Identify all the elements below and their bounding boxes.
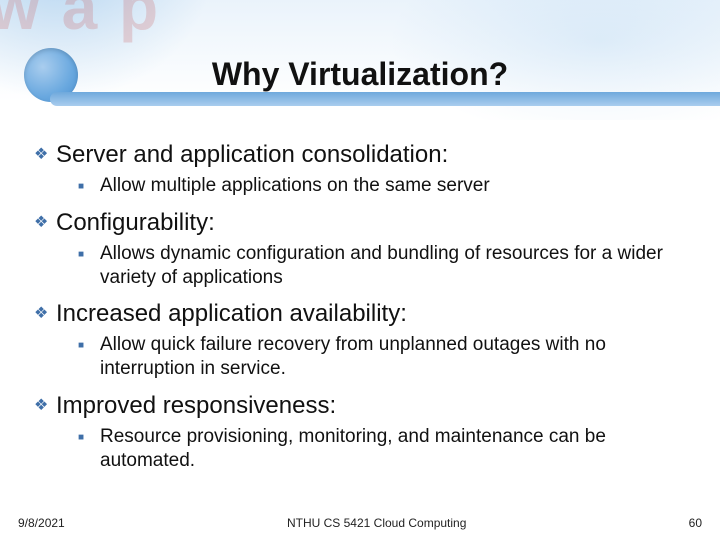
background-watermark: w a p (0, 0, 160, 44)
list-subitem-text: Allow multiple applications on the same … (100, 174, 490, 198)
square-bullet-icon: ■ (78, 433, 90, 443)
list-item-heading: Configurability: (56, 208, 215, 238)
list-item: ❖ Improved responsiveness: (34, 391, 686, 421)
diamond-bullet-icon: ❖ (34, 398, 50, 414)
list-subitem-text: Allow quick failure recovery from unplan… (100, 333, 686, 381)
footer-page-number: 60 (689, 516, 702, 530)
footer: 9/8/2021 NTHU CS 5421 Cloud Computing 60 (0, 516, 720, 530)
diamond-bullet-icon: ❖ (34, 147, 50, 163)
list-item-heading: Increased application availability: (56, 299, 407, 329)
list-subitem: ■ Allows dynamic configuration and bundl… (78, 242, 686, 290)
list-item: ❖ Server and application consolidation: (34, 140, 686, 170)
square-bullet-icon: ■ (78, 182, 90, 192)
square-bullet-icon: ■ (78, 341, 90, 351)
diamond-bullet-icon: ❖ (34, 306, 50, 322)
slide-title: Why Virtualization? (0, 56, 720, 93)
square-bullet-icon: ■ (78, 250, 90, 260)
title-ornament-bar (50, 92, 720, 106)
list-subitem: ■ Allow quick failure recovery from unpl… (78, 333, 686, 381)
list-subitem: ■ Resource provisioning, monitoring, and… (78, 425, 686, 473)
list-item-heading: Server and application consolidation: (56, 140, 448, 170)
list-item: ❖ Configurability: (34, 208, 686, 238)
content-area: ❖ Server and application consolidation: … (34, 130, 686, 472)
list-subitem-text: Resource provisioning, monitoring, and m… (100, 425, 686, 473)
list-item: ❖ Increased application availability: (34, 299, 686, 329)
list-subitem-text: Allows dynamic configuration and bundlin… (100, 242, 686, 290)
list-subitem: ■ Allow multiple applications on the sam… (78, 174, 686, 198)
slide: w a p Why Virtualization? ❖ Server and a… (0, 0, 720, 540)
diamond-bullet-icon: ❖ (34, 215, 50, 231)
list-item-heading: Improved responsiveness: (56, 391, 336, 421)
footer-date: 9/8/2021 (18, 516, 65, 530)
footer-course: NTHU CS 5421 Cloud Computing (65, 516, 689, 530)
